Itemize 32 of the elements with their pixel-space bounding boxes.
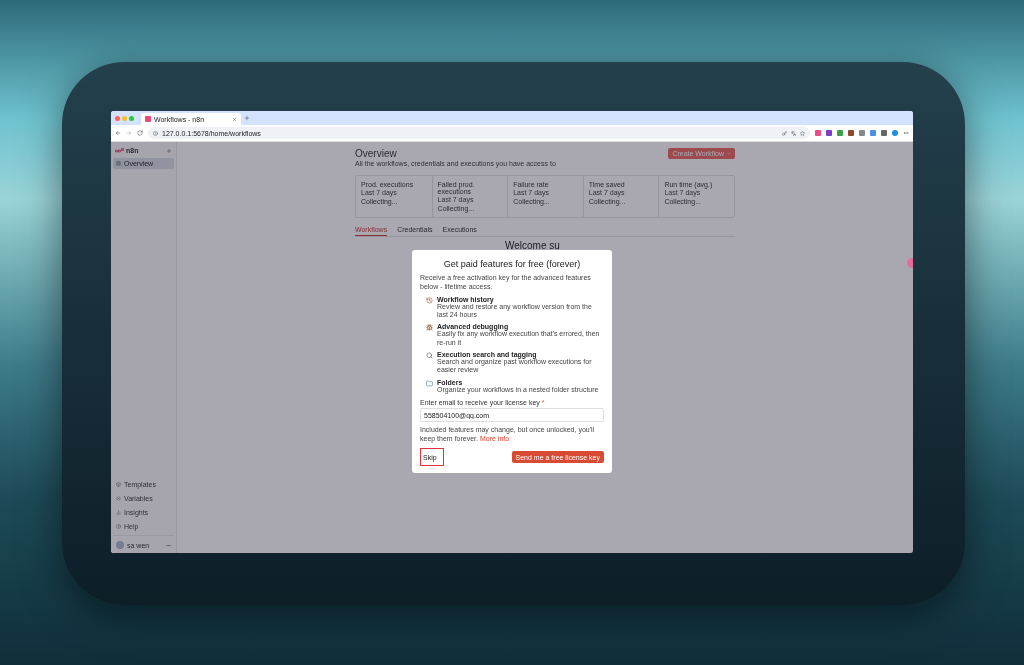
bar-chart-icon [116,510,121,515]
close-icon [232,116,237,122]
variable-icon [116,496,121,501]
maximize-window-dot[interactable] [129,115,134,121]
back-icon [115,130,121,136]
info-icon [153,130,158,136]
welcome-heading: Welcome su [505,240,561,251]
caret-icon [726,151,731,156]
menu-icon [903,130,909,136]
forward-icon [126,130,132,136]
avatar [116,541,124,549]
history-icon [426,296,433,304]
logo-icon [115,147,124,154]
minimize-window-dot[interactable] [122,115,127,121]
new-tab-icon [244,115,250,121]
page-title: Overview [355,148,398,159]
add-icon [166,147,172,154]
grid-icon [116,161,121,166]
close-window-dot[interactable] [115,115,120,121]
help-icon [116,524,121,529]
tab-favicon [145,116,151,122]
more-icon [166,542,171,548]
bug-icon [426,324,433,332]
dialog-title: Get paid features for free (forever) [442,259,582,269]
translate-icon [791,130,796,136]
folder-icon [426,379,433,387]
star-icon [800,130,805,136]
search-icon [426,352,433,360]
reload-icon [137,130,143,136]
box-icon [116,482,121,487]
profile-icon[interactable] [892,130,898,136]
key-icon [782,130,787,136]
